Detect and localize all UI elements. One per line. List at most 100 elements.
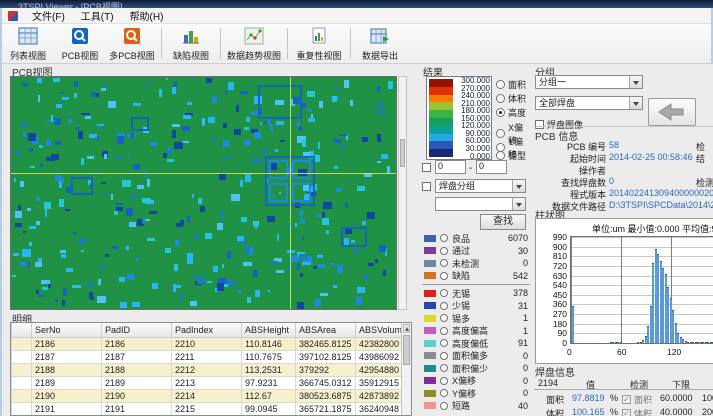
legend-item[interactable]: Y偏移0 xyxy=(422,387,530,400)
legend-item[interactable]: 少锡31 xyxy=(422,300,530,313)
column-header[interactable]: ABSHeight xyxy=(242,323,296,337)
column-header[interactable]: PadID xyxy=(102,323,172,337)
radio-button[interactable] xyxy=(440,339,448,347)
legend-item[interactable]: 通过30 xyxy=(422,245,530,258)
pcb-pad xyxy=(287,250,295,253)
table-row[interactable]: 219021902214112.67380523.687542873892 xyxy=(12,389,404,402)
radio-button[interactable] xyxy=(440,389,448,397)
toolbar-multi-pcb-view-button[interactable]: 多PCB视图 xyxy=(106,24,158,63)
legend-item[interactable]: 短路40 xyxy=(422,400,530,413)
pcb-pad xyxy=(59,199,65,206)
radio-button[interactable] xyxy=(440,327,448,335)
radio-button[interactable] xyxy=(440,247,448,255)
metric-radio-3[interactable]: 高度 xyxy=(496,106,526,119)
pcb-pad xyxy=(74,93,77,97)
pcb-canvas[interactable] xyxy=(10,76,397,310)
table-cell: 2212 xyxy=(172,363,242,376)
legend-item[interactable]: 缺陷542 xyxy=(422,270,530,283)
table-row[interactable]: 218821882212113.253137929242954880 xyxy=(12,363,404,376)
pcb-pad xyxy=(56,104,62,108)
toolbar-label: PCB视图 xyxy=(62,49,99,62)
pad-select-dropdown[interactable]: 全部焊盘 xyxy=(535,96,643,110)
row-selector[interactable] xyxy=(12,350,32,363)
range-filter-checkbox[interactable] xyxy=(422,163,431,172)
radio-button[interactable] xyxy=(440,352,448,360)
range-to-input[interactable]: 0 xyxy=(476,160,507,174)
radio-button[interactable] xyxy=(496,108,505,117)
scroll-up-arrow[interactable] xyxy=(403,324,410,333)
radio-button[interactable] xyxy=(440,402,448,410)
scrollbar-thumb[interactable] xyxy=(400,139,405,167)
menu-tools[interactable]: 工具(T) xyxy=(73,6,122,25)
row-selector[interactable] xyxy=(12,389,32,402)
range-from-input[interactable]: 0 xyxy=(435,160,466,174)
table-cell: 380523.6875 xyxy=(296,389,356,402)
column-header[interactable]: SerNo xyxy=(32,323,102,337)
radio-button[interactable] xyxy=(440,377,448,385)
details-vertical-scrollbar[interactable] xyxy=(401,323,411,415)
metric-radio-2[interactable]: 体积 xyxy=(496,92,526,105)
radio-button[interactable] xyxy=(496,94,505,103)
row-selector[interactable] xyxy=(12,363,32,376)
pcb-component-cell xyxy=(269,183,288,202)
pad-info-header: 2194 值 检测 下限 xyxy=(534,376,713,390)
toolbar-list-view-button[interactable]: 列表视图 xyxy=(2,24,54,63)
legend-item[interactable]: 无锡378 xyxy=(422,287,530,300)
radio-button[interactable] xyxy=(496,80,505,89)
radio-button[interactable] xyxy=(440,259,448,267)
back-arrow-button[interactable] xyxy=(648,98,696,126)
menu-help[interactable]: 帮助(H) xyxy=(122,6,172,25)
metric-radio-1[interactable]: 面积 xyxy=(496,78,526,91)
pcb-pad xyxy=(193,274,196,278)
radio-button[interactable] xyxy=(440,234,448,242)
toolbar-repeat-view-button[interactable]: 重复性视图 xyxy=(291,24,347,63)
info-value: 2014022413094000000200 xyxy=(609,188,713,198)
pad-group-dropdown[interactable]: 焊盘分组 xyxy=(435,179,526,193)
row-selector[interactable] xyxy=(12,402,32,415)
row-selector[interactable] xyxy=(12,337,32,350)
table-row[interactable]: 218721872211110.7675397102.812543986092 xyxy=(12,350,404,363)
detect-checkbox[interactable]: ✓ xyxy=(622,395,631,404)
toolbar-defect-view-button[interactable]: 缺陷视图 xyxy=(165,24,217,63)
table-cell: 2211 xyxy=(172,350,242,363)
radio-button[interactable] xyxy=(440,289,448,297)
pad-group-checkbox[interactable] xyxy=(422,182,431,191)
table-cell: 2187 xyxy=(32,350,102,363)
table-cell: 42382800 xyxy=(356,337,404,350)
radio-button[interactable] xyxy=(496,151,505,160)
table-cell: 97.9231 xyxy=(242,376,296,389)
chevron-down-icon xyxy=(629,76,642,88)
column-header[interactable]: PadIndex xyxy=(172,323,242,337)
radio-button[interactable] xyxy=(440,302,448,310)
legend-item[interactable]: 面积偏多0 xyxy=(422,350,530,363)
menu-file[interactable]: 文件(F) xyxy=(24,6,73,25)
radio-button[interactable] xyxy=(440,272,448,280)
legend-item[interactable]: 未检测0 xyxy=(422,257,530,270)
pcb-vertical-scrollbar[interactable] xyxy=(398,76,407,310)
row-selector[interactable] xyxy=(12,376,32,389)
legend-item[interactable]: 锡多1 xyxy=(422,312,530,325)
toolbar-export-button[interactable]: 数据导出 xyxy=(354,24,406,63)
pcb-pad xyxy=(115,157,123,160)
detect-checkbox[interactable]: ✓ xyxy=(622,409,631,416)
table-row[interactable]: 218621862210110.8146382465.812542382800 xyxy=(12,337,404,350)
column-header[interactable]: ABSArea xyxy=(296,323,356,337)
scrollbar-thumb[interactable] xyxy=(403,335,410,365)
legend-item[interactable]: 高度偏低91 xyxy=(422,337,530,350)
toolbar-trend-view-button[interactable]: 数据趋势视图 xyxy=(224,24,284,63)
legend-item[interactable]: X偏移0 xyxy=(422,375,530,388)
legend-item[interactable]: 高度偏高1 xyxy=(422,325,530,338)
table-row[interactable]: 21892189221397.9231366745.031235912915 xyxy=(12,376,404,389)
column-header[interactable]: ABSVolume xyxy=(356,323,404,337)
group-select-dropdown[interactable]: 分组一 xyxy=(535,75,643,89)
pcb-pad xyxy=(244,140,250,146)
secondary-dropdown[interactable] xyxy=(435,197,526,211)
legend-item[interactable]: 面积偏少0 xyxy=(422,362,530,375)
legend-item[interactable]: 良品6070 xyxy=(422,232,530,245)
radio-button[interactable] xyxy=(440,314,448,322)
radio-button[interactable] xyxy=(440,364,448,372)
search-button[interactable]: 查找 xyxy=(480,214,526,230)
toolbar-pcb-view-button[interactable]: PCB视图 xyxy=(54,24,106,63)
table-row[interactable]: 21912191221599.0945365721.187536240948 xyxy=(12,402,404,415)
pcb-pad xyxy=(39,145,43,149)
